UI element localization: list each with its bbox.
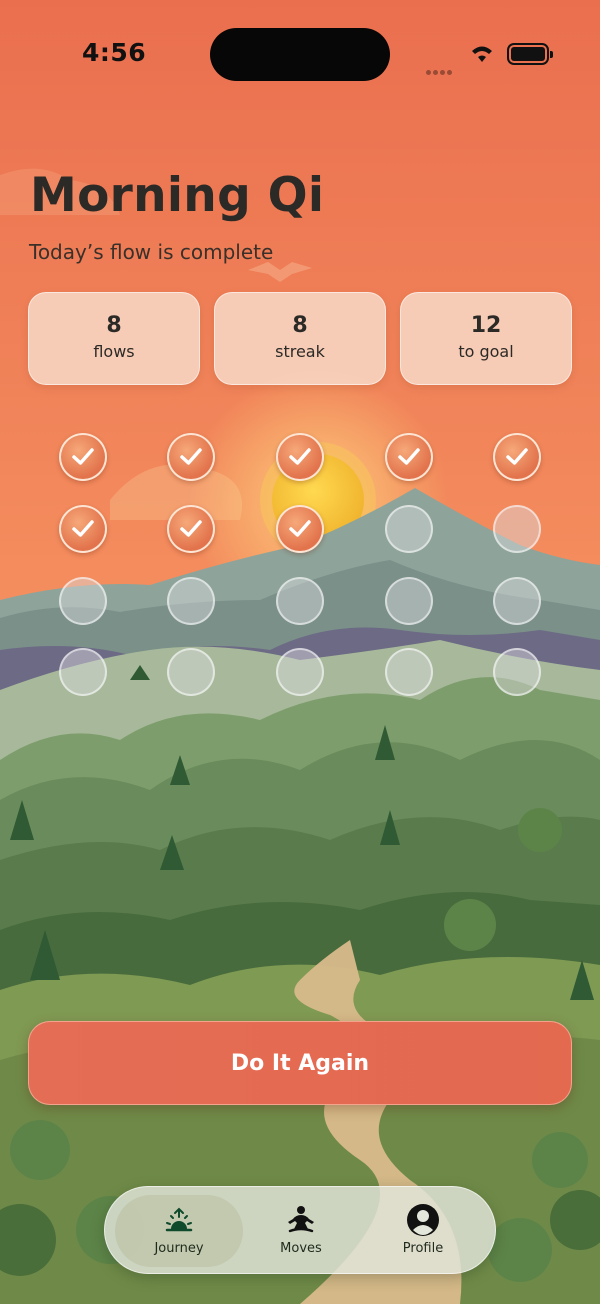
checkmark-icon (506, 448, 528, 465)
progress-dot-pending (167, 648, 215, 696)
progress-dot-pending (59, 648, 107, 696)
checkmark-icon (72, 448, 94, 465)
checkmark-icon (72, 520, 94, 537)
checkmark-icon (398, 448, 420, 465)
tab-journey[interactable]: Journey (115, 1195, 243, 1267)
checkmark-icon (180, 520, 202, 537)
progress-dot-pending (385, 648, 433, 696)
progress-dot-complete (167, 433, 215, 481)
progress-dot-complete (493, 433, 541, 481)
progress-dot-complete (59, 505, 107, 553)
progress-dot-complete (385, 433, 433, 481)
progress-dot-pending (276, 648, 324, 696)
do-it-again-button[interactable]: Do It Again (28, 1021, 572, 1105)
progress-dot-pending (385, 505, 433, 553)
profile-icon (407, 1204, 439, 1236)
tab-bar: Journey Moves Profile (104, 1186, 496, 1274)
progress-dot-pending (493, 505, 541, 553)
tab-label: Moves (280, 1241, 322, 1256)
progress-dot-pending (385, 577, 433, 625)
progress-dot-complete (276, 505, 324, 553)
sunrise-icon (165, 1207, 193, 1232)
progress-dot-pending (493, 577, 541, 625)
checkmark-icon (180, 448, 202, 465)
progress-dot-pending (59, 577, 107, 625)
checkmark-icon (289, 520, 311, 537)
progress-dot-complete (59, 433, 107, 481)
progress-dot-pending (276, 577, 324, 625)
progress-dot-pending (167, 577, 215, 625)
progress-dot-pending (493, 648, 541, 696)
tab-moves[interactable]: Moves (237, 1195, 365, 1267)
tab-label: Journey (154, 1241, 204, 1256)
tab-label: Profile (402, 1241, 444, 1256)
checkmark-icon (289, 448, 311, 465)
progress-grid (0, 0, 600, 700)
progress-dot-complete (276, 433, 324, 481)
tab-profile[interactable]: Profile (359, 1195, 487, 1267)
progress-dot-complete (167, 505, 215, 553)
meditation-icon (288, 1206, 314, 1233)
